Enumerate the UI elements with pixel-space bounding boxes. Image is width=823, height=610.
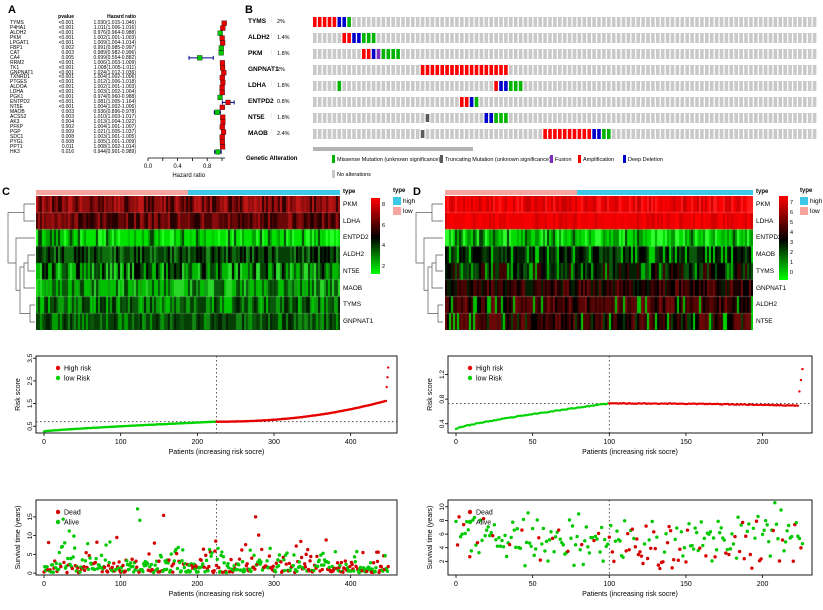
svg-text:4: 4	[439, 546, 446, 550]
svg-text:200: 200	[757, 581, 769, 588]
svg-text:6: 6	[439, 532, 446, 536]
svg-text:2: 2	[439, 559, 446, 563]
svg-text:0: 0	[454, 581, 458, 588]
svg-text:10: 10	[439, 503, 446, 511]
figure-canvas: A B C D pvalue Hazard ratio TYMS<0.0011.…	[0, 0, 823, 610]
svg-text:100: 100	[603, 581, 615, 588]
survival-plot-d: 0 50 100 150 200 Patients (increasing risk so…	[0, 0, 823, 610]
svg-text:8: 8	[439, 518, 446, 522]
svg-text:50: 50	[529, 581, 537, 588]
svg-text:Patients (increasing risk socr: Patients (increasing risk socre)	[582, 591, 678, 598]
svg-text:150: 150	[680, 581, 692, 588]
svg-text:Survival time (years): Survival time (years)	[427, 506, 434, 570]
svg-text:Alive: Alive	[476, 520, 491, 527]
svg-text:Dead: Dead	[476, 510, 493, 517]
